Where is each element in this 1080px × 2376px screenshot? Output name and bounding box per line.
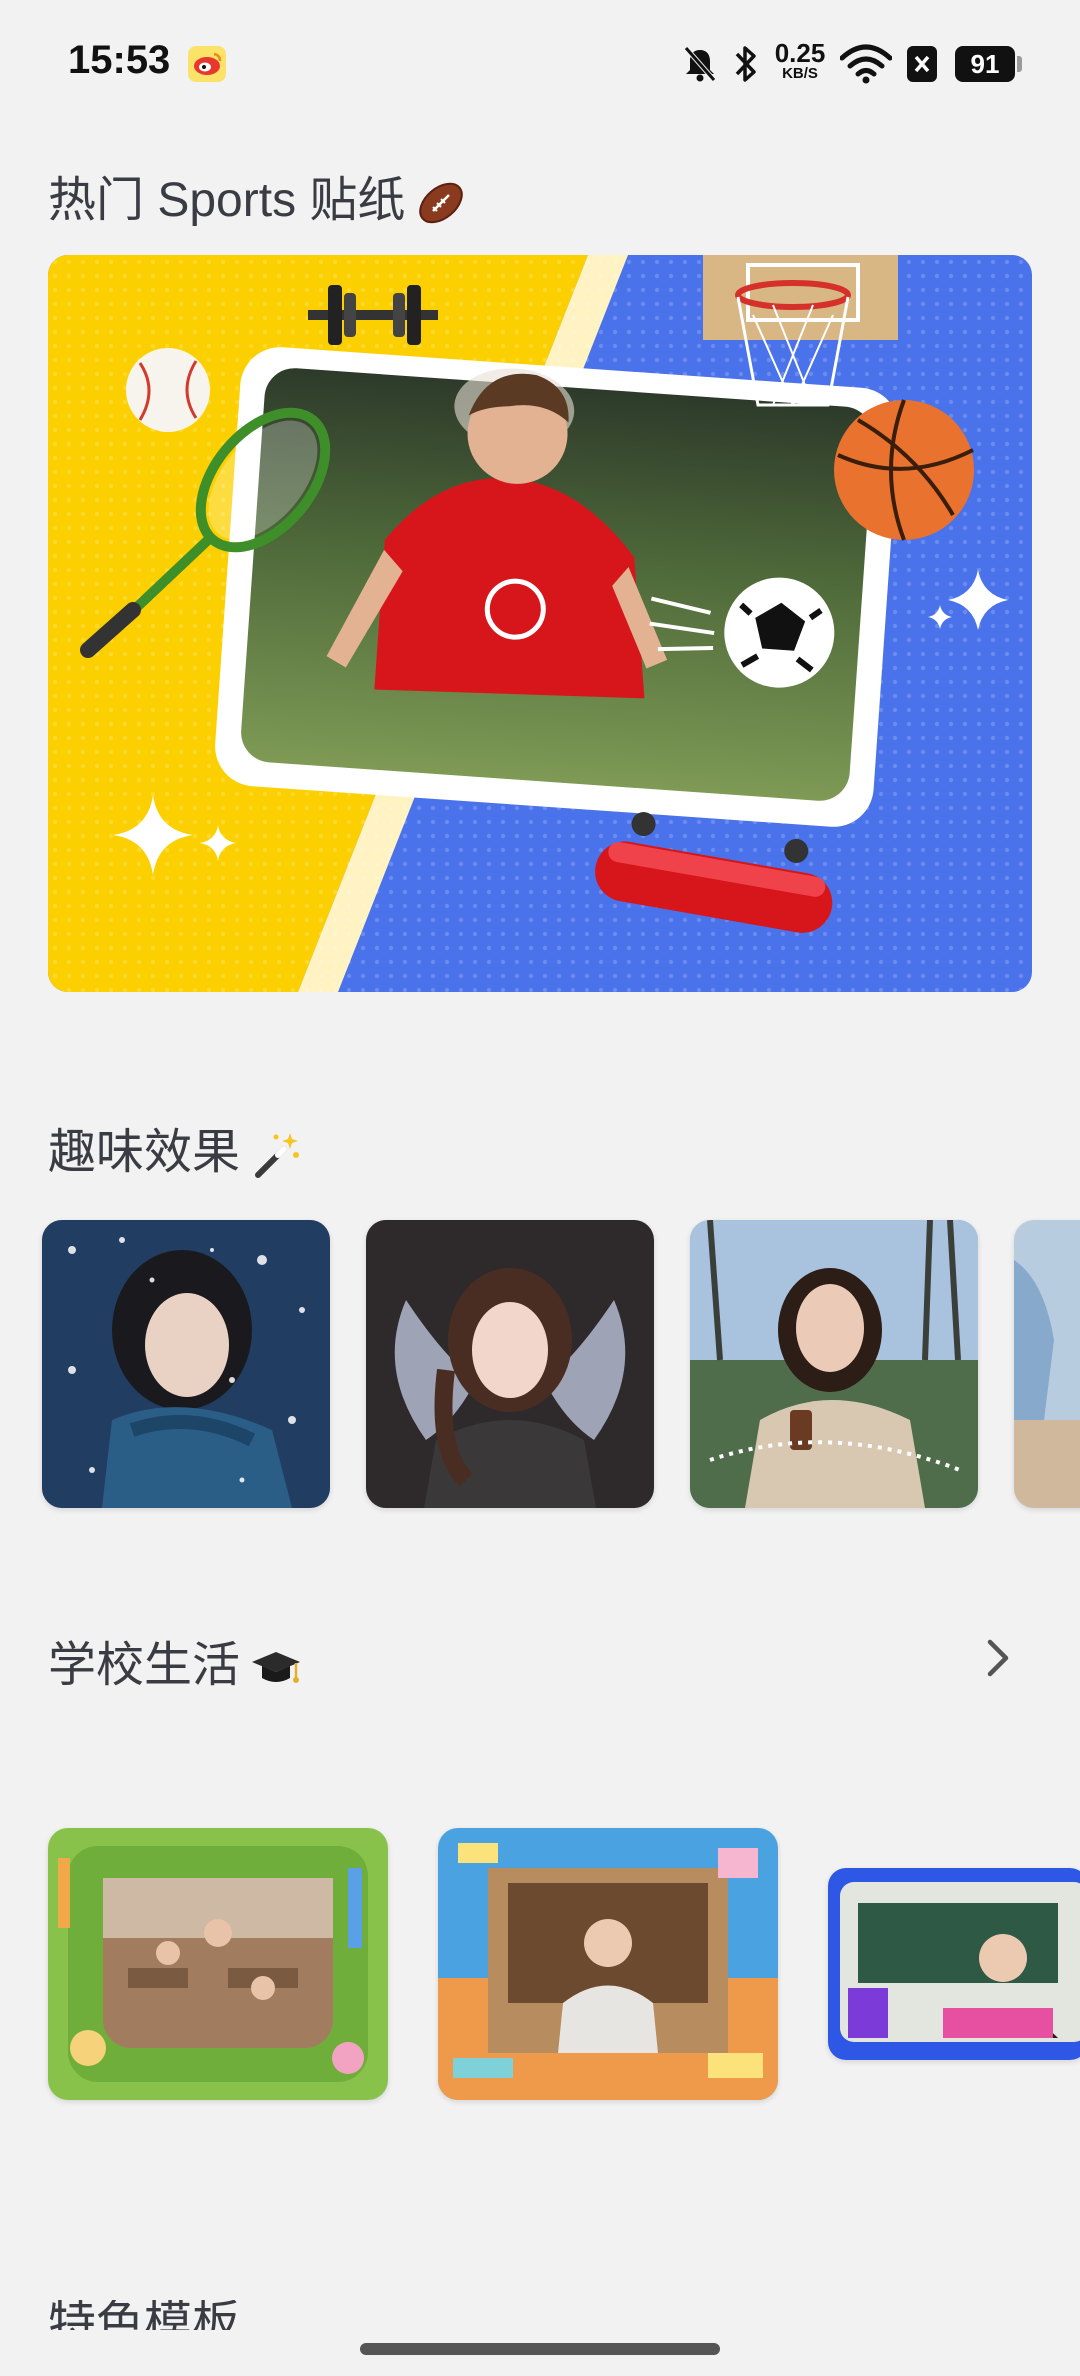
net-speed-value: 0.25 xyxy=(774,38,826,68)
fun-effects-title-text: 趣味效果 xyxy=(48,1126,241,1179)
partial-effect-image xyxy=(1014,1220,1080,1508)
section-title-next-peek: 特色模板 xyxy=(48,2300,240,2330)
sports-sticker-banner[interactable] xyxy=(48,255,1032,992)
section-title-fun-effects: 趣味效果 xyxy=(48,1112,302,1182)
fun-effect-angel-wings-card[interactable] xyxy=(366,1220,654,1508)
net-speed-unit: KB/S xyxy=(782,65,818,82)
magic-wand-icon xyxy=(255,1133,300,1179)
classroom-frame-image xyxy=(48,1828,388,2100)
net-speed: 0.25 KB/S xyxy=(770,40,830,81)
section-title-sports: 热门 Sports 贴纸 xyxy=(48,160,467,230)
school-life-more-chevron-icon[interactable] xyxy=(978,1634,1018,1682)
sports-title-text: 热门 Sports 贴纸 xyxy=(48,174,406,227)
mute-bell-icon xyxy=(684,46,716,82)
graduation-cap-icon xyxy=(252,1652,301,1684)
section-title-school-life: 学校生活 xyxy=(48,1625,302,1695)
snow-effect-image xyxy=(42,1220,330,1508)
status-bar: 15:53 0.25 KB/S 91 xyxy=(0,0,1080,130)
battery-tip xyxy=(1017,56,1022,72)
battery-icon: 91 xyxy=(955,46,1015,82)
bluetooth-icon xyxy=(735,46,756,82)
angel-wings-effect-image xyxy=(366,1220,654,1508)
american-football-icon xyxy=(419,183,464,224)
school-classroom-frame-card[interactable] xyxy=(48,1828,388,2100)
fun-effect-partial-card[interactable] xyxy=(1014,1220,1080,1508)
teacher-frame-image xyxy=(828,1868,1080,2060)
school-study-desk-frame-card[interactable] xyxy=(438,1828,778,2100)
fun-effect-snow-card[interactable] xyxy=(42,1220,330,1508)
sim-disabled-icon xyxy=(907,46,937,82)
study-desk-frame-image xyxy=(438,1828,778,2100)
wifi-icon xyxy=(840,44,892,84)
school-teacher-frame-card[interactable] xyxy=(828,1868,1080,2060)
sparkle-trail-effect-image xyxy=(690,1220,978,1508)
sports-banner-art xyxy=(48,255,1032,992)
next-section-title-text: 特色模板 xyxy=(48,2300,241,2330)
home-indicator[interactable] xyxy=(360,2343,720,2355)
school-life-title-text: 学校生活 xyxy=(48,1639,241,1692)
weibo-icon xyxy=(188,46,226,82)
fun-effect-sparkle-trail-card[interactable] xyxy=(690,1220,978,1508)
status-time: 15:53 xyxy=(68,38,171,82)
